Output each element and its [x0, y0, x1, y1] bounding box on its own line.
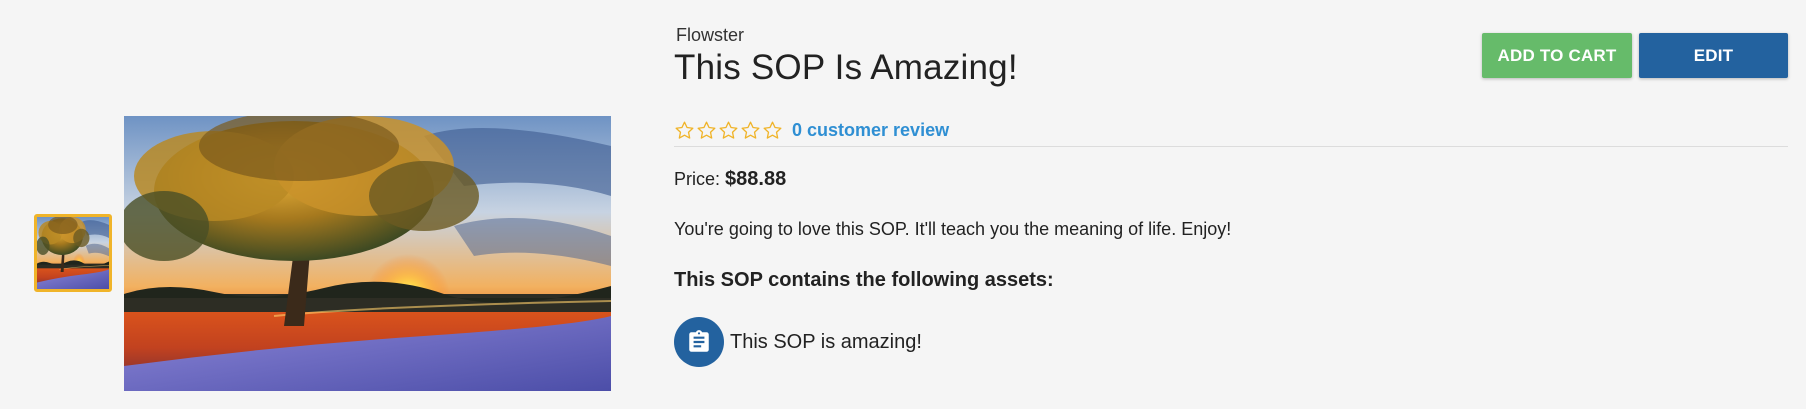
star-outline-icon — [763, 121, 782, 139]
edit-label: EDIT — [1693, 45, 1734, 65]
divider — [674, 146, 1788, 147]
clipboard-icon — [689, 330, 709, 352]
rating-stars — [674, 120, 783, 141]
add-to-cart-label: ADD TO CART — [1497, 45, 1617, 65]
product-main-image — [124, 116, 611, 391]
asset-icon-badge — [674, 317, 724, 367]
brand-name: Flowster — [676, 25, 745, 45]
product-description: You're going to love this SOP. It'll tea… — [674, 219, 1232, 239]
star-outline-icon — [741, 121, 760, 139]
customer-review-link[interactable]: 0 customer review — [792, 120, 949, 141]
assets-heading: This SOP contains the following assets: — [674, 269, 1054, 291]
edit-button[interactable]: EDIT — [1639, 33, 1788, 78]
star-outline-icon — [719, 121, 738, 139]
tree-sunset-thumbnail-image — [37, 217, 109, 289]
asset-label: This SOP is amazing! — [730, 330, 922, 353]
product-title: This SOP Is Amazing! — [674, 48, 1018, 87]
price-value: $88.88 — [725, 168, 787, 190]
price-label: Price: — [674, 169, 721, 189]
tree-sunset-image — [124, 116, 611, 391]
add-to-cart-button[interactable]: ADD TO CART — [1482, 33, 1632, 78]
star-outline-icon — [675, 121, 694, 139]
star-outline-icon — [697, 121, 716, 139]
rating-row: 0 customer review — [674, 118, 949, 142]
price: Price: $88.88 — [674, 168, 786, 191]
asset-item[interactable]: This SOP is amazing! — [674, 317, 922, 367]
gallery-thumbnail[interactable] — [34, 214, 112, 292]
